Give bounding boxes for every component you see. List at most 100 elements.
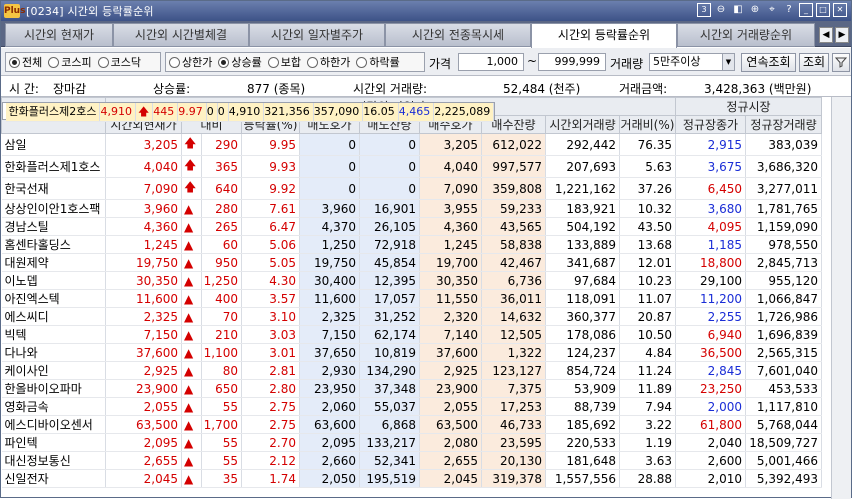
cell-price: 3,205	[105, 134, 182, 156]
maximize-icon[interactable]: □	[816, 3, 830, 17]
table-row[interactable]: 케이사인 2,925 ▲ 80 2.81 2,930 134,290 2,925 123,127…	[1, 361, 822, 380]
table-row[interactable]: 한올바이오파마 23,900 ▲ 650 2.80 23,950 37,348 23,900 7…	[1, 379, 822, 398]
query-button[interactable]: 조회	[799, 53, 829, 72]
column-header-9[interactable]: 거래비(%)	[619, 115, 676, 134]
cell-vol: 220,533	[545, 433, 620, 452]
table-row[interactable]: 에스씨디 2,325 ▲ 70 3.10 2,325 31,252 2,320 14,632 36…	[1, 307, 822, 326]
radio-label: 코스피	[61, 56, 92, 69]
table-row[interactable]: 에스디바이오센서 63,500 ▲ 1,700 2.75 63,600 6,868 63,50…	[1, 415, 822, 434]
table-row[interactable]: 경남스틸 4,360 ▲ 265 6.47 4,370 26,105 4,360 43,565 5…	[1, 217, 822, 236]
cell-ask-qty: 133,217	[359, 433, 420, 452]
table-row[interactable]: 빅텍 7,150 ▲ 210 3.03 7,150 62,174 7,140 12,505 178…	[1, 325, 822, 344]
column-header-8[interactable]: 시간외거래량	[545, 115, 620, 134]
market-radio-1[interactable]: 전체	[6, 54, 45, 70]
table-row[interactable]: 대원제약 19,750 ▲ 950 5.05 19,750 45,854 19,700 42,4…	[1, 253, 822, 272]
cell-reg-vol: 3,277,011	[745, 177, 822, 200]
table-row[interactable]: 다나와 37,600 ▲ 1,100 3.01 37,650 10,819 37,600 1,3…	[1, 343, 822, 362]
cell-ratio: 3.22	[619, 415, 676, 434]
cell-sym: ▲	[181, 379, 202, 398]
table-row[interactable]: 대신정보통신 2,655 ▲ 55 2.12 2,660 52,341 2,655 20,130…	[1, 451, 822, 470]
market-radio-3[interactable]: 코스닥	[95, 54, 144, 70]
vertical-scrollbar[interactable]	[831, 97, 851, 499]
cell-rate: 2.70	[241, 433, 300, 452]
tab-2[interactable]: 시간외 시간별체결	[113, 23, 249, 47]
cell-ratio: 13.68	[619, 235, 676, 254]
ranking-table: 종목명시간외 단일가정규시장시간외현재가대비등락률(%)매도호가매도잔량매수호가…	[1, 97, 822, 488]
direction-radio-2[interactable]: 상승률	[215, 54, 264, 70]
minimize-icon[interactable]: _	[799, 3, 813, 17]
cell-sym: 🡅	[181, 155, 202, 178]
close-icon[interactable]: ✕	[833, 3, 847, 17]
cell-price: 2,095	[105, 433, 182, 452]
cell-bid-qty: 46,733	[481, 415, 546, 434]
price-min-input[interactable]: 1,000	[458, 53, 524, 71]
tab-4[interactable]: 시간외 전종목시세	[385, 23, 531, 47]
table-row[interactable]: 홈센타홀딩스 1,245 ▲ 60 5.06 1,250 72,918 1,245 58,838…	[1, 235, 822, 254]
cell-rate: 3.10	[241, 307, 300, 326]
zoom-out-icon[interactable]: ⊖	[714, 3, 728, 17]
cell-close: 11,200	[675, 289, 746, 308]
price-max-input[interactable]: 999,999	[538, 53, 606, 71]
cell-ask: 3,960	[299, 199, 360, 218]
cell-reg-vol: 2,845,713	[745, 253, 822, 272]
table-row[interactable]: 삼일 3,205 🡅 290 9.95 0 0 3,205 612,022 292,442 76.3…	[1, 134, 822, 156]
cell-sym: ▲	[181, 253, 202, 272]
summary-bar: 시 간: 장마감 상승률: 877 (종목) 시간외 거래량: 52,484 (…	[1, 77, 851, 97]
cell-ask: 0	[299, 177, 360, 200]
cell-ask-qty: 0	[359, 155, 420, 178]
cell-sym: ▲	[181, 343, 202, 362]
cell-sym: ▲	[181, 289, 202, 308]
table-row[interactable]: 이노뎁 30,350 ▲ 1,250 4.30 30,400 12,395 30,350 6,7…	[1, 271, 822, 290]
tab-3[interactable]: 시간외 일자별주가	[249, 23, 385, 47]
cell-close: 2,040	[675, 433, 746, 452]
cell-vol: 124,237	[545, 343, 620, 362]
column-header-10[interactable]: 정규장종가	[675, 115, 746, 134]
table-row[interactable]: 아진엑스텍 11,600 ▲ 400 3.57 11,600 17,057 11,550 36,…	[1, 289, 822, 308]
cell-rate: 1.74	[241, 469, 300, 488]
direction-radio-5[interactable]: 하락률	[353, 54, 402, 70]
chevron-left-icon[interactable]: ◀	[819, 27, 833, 43]
direction-radio-3[interactable]: 보합	[265, 54, 304, 70]
cell-name: 빅텍	[1, 325, 106, 344]
cell-bid: 7,140	[419, 325, 482, 344]
volume-select[interactable]: 5만주이상 ▼	[649, 53, 735, 71]
cell-close: 3,680	[675, 199, 746, 218]
market-radio-2[interactable]: 코스피	[45, 54, 94, 70]
three-button[interactable]: 3	[697, 3, 711, 17]
table-row[interactable]: 파인텍 2,095 ▲ 55 2.70 2,095 133,217 2,080 23,595 22…	[1, 433, 822, 452]
cell-bid: 63,500	[419, 415, 482, 434]
table-row[interactable]: 신일전자 2,045 ▲ 35 1.74 2,050 195,519 2,045 319,378…	[1, 469, 822, 488]
continuous-query-button[interactable]: 연속조회	[741, 53, 796, 72]
chevron-right-icon[interactable]: ▶	[835, 27, 849, 43]
split-icon[interactable]: ◧	[731, 3, 745, 17]
cell-ask: 30,400	[299, 271, 360, 290]
volume-select-value: 5만주이상	[653, 55, 701, 68]
cell-reg-vol: 1,781,765	[745, 199, 822, 218]
table-row[interactable]: 상상인이안1호스팩 3,960 ▲ 280 7.61 3,960 16,901 3,955 59…	[1, 199, 822, 218]
tab-6[interactable]: 시간외 거래량순위	[677, 23, 815, 47]
table-row[interactable]: 한화플러스제2호스 4,910 🡅 445 9.97 0 0 4,910 321,356 357,…	[1, 102, 496, 122]
zoom-in-icon[interactable]: ⊕	[748, 3, 762, 17]
cell-diff: 1,700	[201, 415, 242, 434]
funnel-icon[interactable]	[832, 53, 850, 72]
direction-radio-4[interactable]: 하한가	[304, 54, 353, 70]
tab-1[interactable]: 시간외 현재가	[5, 23, 113, 47]
rise-value: 877 (종목)	[247, 82, 306, 96]
table-row[interactable]: 한화플러스제1호스 4,040 🡅 365 9.93 0 0 4,040 997,577 207,…	[1, 155, 822, 178]
cell-name: 한국선재	[1, 177, 106, 200]
tab-bar: 시간외 현재가 시간외 시간별체결 시간외 일자별주가 시간외 전종목시세 시간외 등락…	[1, 21, 851, 48]
cell-rate: 3.57	[241, 289, 300, 308]
title-buttons: 3 ⊖ ◧ ⊕ ⌖? _ □ ✕	[697, 3, 847, 17]
cell-reg-vol: 5,001,466	[745, 451, 822, 470]
cell-close: 18,800	[675, 253, 746, 272]
table-row[interactable]: 영화금속 2,055 ▲ 55 2.75 2,060 55,037 2,055 17,253 88…	[1, 397, 822, 416]
pin-icon[interactable]: ⌖	[765, 3, 779, 17]
table-row[interactable]: 한국선재 7,090 🡅 640 9.92 0 0 7,090 359,808 1,221,162…	[1, 177, 822, 200]
direction-radio-1[interactable]: 상한가	[166, 54, 215, 70]
cell-price: 2,045	[105, 469, 182, 488]
help-icon[interactable]: ?	[782, 3, 796, 17]
column-header-11[interactable]: 정규장거래량	[745, 115, 822, 134]
cell-name: 한올바이오파마	[1, 379, 106, 398]
cell-bid-qty: 23,595	[481, 433, 546, 452]
tab-5[interactable]: 시간외 등락률순위	[531, 23, 677, 48]
